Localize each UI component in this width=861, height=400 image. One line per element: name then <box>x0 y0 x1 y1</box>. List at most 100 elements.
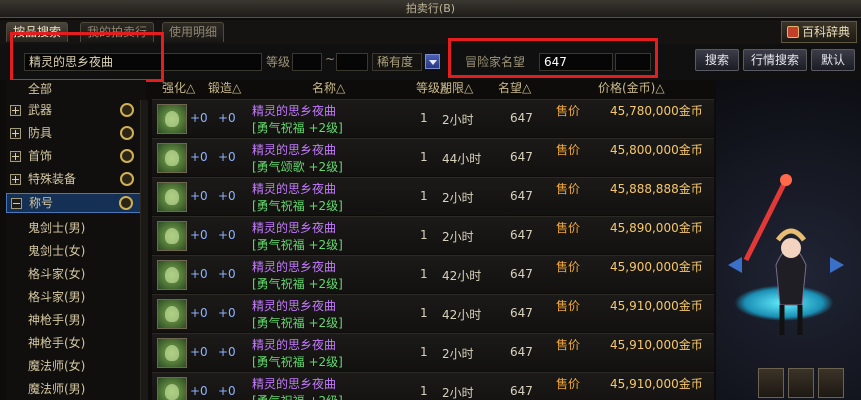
category-label: 特殊装备 <box>28 172 77 186</box>
search-icon[interactable] <box>119 196 133 210</box>
price-value: 45,780,000金币 <box>610 104 703 118</box>
category-jewelry[interactable]: 首饰 <box>6 147 142 167</box>
wiki-button[interactable]: 百科辞典 <box>781 21 857 43</box>
character-figure-icon <box>728 174 844 335</box>
level-to-input[interactable] <box>336 53 368 71</box>
item-option: [勇气祝福 +2级] <box>252 392 343 400</box>
price-type: 售价 <box>556 104 581 118</box>
level-from-input[interactable] <box>292 53 322 71</box>
table-header: 强化△ 锻造△ 名称△ 等级△ 期限△ 名望△ 价格(金币)△ <box>152 80 714 98</box>
default-button[interactable]: 默认 <box>811 49 855 71</box>
book-icon <box>787 26 799 38</box>
subcategory-item[interactable]: 神枪手(女) <box>28 332 138 354</box>
search-icon[interactable] <box>120 172 134 186</box>
preview-slot-1[interactable] <box>758 368 784 398</box>
column-period[interactable]: 期限△ <box>440 80 473 97</box>
forge-value: +0 <box>218 306 236 320</box>
table-row[interactable]: +0 +0 精灵的思乡夜曲 [勇气祝福 +2级] 1 2小时 647 售价 45… <box>152 333 714 371</box>
item-name: 精灵的思乡夜曲 <box>252 221 337 235</box>
item-name: 精灵的思乡夜曲 <box>252 182 337 196</box>
subcategory-item[interactable]: 格斗家(女) <box>28 263 138 285</box>
table-row[interactable]: +0 +0 精灵的思乡夜曲 [勇气祝福 +2级] 1 2小时 647 售价 45… <box>152 177 714 215</box>
column-name[interactable]: 名称△ <box>312 80 345 97</box>
item-name: 精灵的思乡夜曲 <box>252 104 337 118</box>
column-forge[interactable]: 锻造△ <box>208 80 241 97</box>
subcategory-item[interactable]: 魔法师(男) <box>28 378 138 400</box>
forge-value: +0 <box>218 228 236 242</box>
item-name: 精灵的思乡夜曲 <box>252 260 337 274</box>
level-value: 1 <box>420 345 428 359</box>
subcategory-item[interactable]: 鬼剑士(男) <box>28 217 138 239</box>
rarity-select[interactable]: 稀有度 <box>372 53 422 71</box>
subcategory-item[interactable]: 格斗家(男) <box>28 286 138 308</box>
item-option: [勇气祝福 +2级] <box>252 277 343 291</box>
forge-value: +0 <box>218 150 236 164</box>
category-weapon[interactable]: 武器 <box>6 101 142 121</box>
category-sidebar: 全部 武器 防具 首饰 特殊装备 称号 鬼剑士(男) 鬼剑士(女) 格斗家(女)… <box>6 80 146 400</box>
column-fame[interactable]: 名望△ <box>498 80 531 97</box>
category-label: 称号 <box>29 196 54 210</box>
item-option: [勇气祝福 +2级] <box>252 199 343 213</box>
fame-value: 647 <box>510 306 533 320</box>
collapse-icon[interactable] <box>11 198 22 209</box>
search-icon[interactable] <box>120 126 134 140</box>
table-row[interactable]: +0 +0 精灵的思乡夜曲 [勇气祝福 +2级] 1 2小时 647 售价 45… <box>152 99 714 137</box>
item-icon <box>157 104 187 134</box>
category-label: 武器 <box>28 103 53 117</box>
fame-value: 647 <box>510 111 533 125</box>
fame-value: 647 <box>510 345 533 359</box>
forge-value: +0 <box>218 345 236 359</box>
level-value: 1 <box>420 267 428 281</box>
preview-slot-3[interactable] <box>818 368 844 398</box>
column-strengthen[interactable]: 强化△ <box>162 80 195 97</box>
preview-slot-2[interactable] <box>788 368 814 398</box>
category-armor[interactable]: 防具 <box>6 124 142 144</box>
period-value: 2小时 <box>442 191 474 205</box>
category-label: 防具 <box>28 126 53 140</box>
subcategory-item[interactable]: 鬼剑士(女) <box>28 240 138 262</box>
expand-icon[interactable] <box>10 105 21 116</box>
wiki-button-label: 百科辞典 <box>801 25 850 39</box>
market-search-button[interactable]: 行情搜索 <box>743 49 807 71</box>
search-icon[interactable] <box>120 149 134 163</box>
item-icon <box>157 143 187 173</box>
table-row[interactable]: +0 +0 精灵的思乡夜曲 [勇气祝福 +2级] 1 42小时 647 售价 4… <box>152 294 714 332</box>
highlight-box-item-name <box>10 32 164 82</box>
table-row[interactable]: +0 +0 精灵的思乡夜曲 [勇气祝福 +2级] 1 42小时 647 售价 4… <box>152 255 714 293</box>
expand-icon[interactable] <box>10 174 21 185</box>
chevron-down-icon[interactable] <box>425 54 440 69</box>
tab-usage-details[interactable]: 使用明细 <box>162 22 225 42</box>
character-preview-panel <box>716 80 861 400</box>
sidebar-scrollbar[interactable] <box>140 100 148 400</box>
price-type: 售价 <box>556 260 581 274</box>
subcategory-item[interactable]: 神枪手(男) <box>28 309 138 331</box>
search-icon[interactable] <box>120 103 134 117</box>
item-name: 精灵的思乡夜曲 <box>252 143 337 157</box>
search-button[interactable]: 搜索 <box>695 49 739 71</box>
table-row[interactable]: +0 +0 精灵的思乡夜曲 [勇气颂歌 +2级] 1 44小时 647 售价 4… <box>152 138 714 176</box>
table-row[interactable]: +0 +0 精灵的思乡夜曲 [勇气祝福 +2级] 1 2小时 647 售价 45… <box>152 216 714 254</box>
category-special-equipment[interactable]: 特殊装备 <box>6 170 142 190</box>
item-name: 精灵的思乡夜曲 <box>252 377 337 391</box>
item-name: 精灵的思乡夜曲 <box>252 338 337 352</box>
fame-value: 647 <box>510 267 533 281</box>
fame-from-input[interactable]: 647 <box>539 53 613 71</box>
fame-to-input[interactable] <box>615 53 651 71</box>
expand-icon[interactable] <box>10 128 21 139</box>
subcategory-item[interactable]: 魔法师(女) <box>28 355 138 377</box>
category-label: 首饰 <box>28 149 53 163</box>
category-all[interactable]: 全部 <box>6 80 142 100</box>
item-icon <box>157 260 187 290</box>
item-option: [勇气祝福 +2级] <box>252 355 343 369</box>
price-type: 售价 <box>556 182 581 196</box>
table-row[interactable]: +0 +0 精灵的思乡夜曲 [勇气祝福 +2级] 1 2小时 647 售价 45… <box>152 372 714 400</box>
price-type: 售价 <box>556 143 581 157</box>
period-value: 42小时 <box>442 308 482 322</box>
fame-value: 647 <box>510 228 533 242</box>
expand-icon[interactable] <box>10 151 21 162</box>
period-value: 42小时 <box>442 269 482 283</box>
level-value: 1 <box>420 384 428 398</box>
category-title[interactable]: 称号 <box>6 193 142 213</box>
period-value: 2小时 <box>442 386 474 400</box>
column-price[interactable]: 价格(金币)△ <box>598 80 665 97</box>
